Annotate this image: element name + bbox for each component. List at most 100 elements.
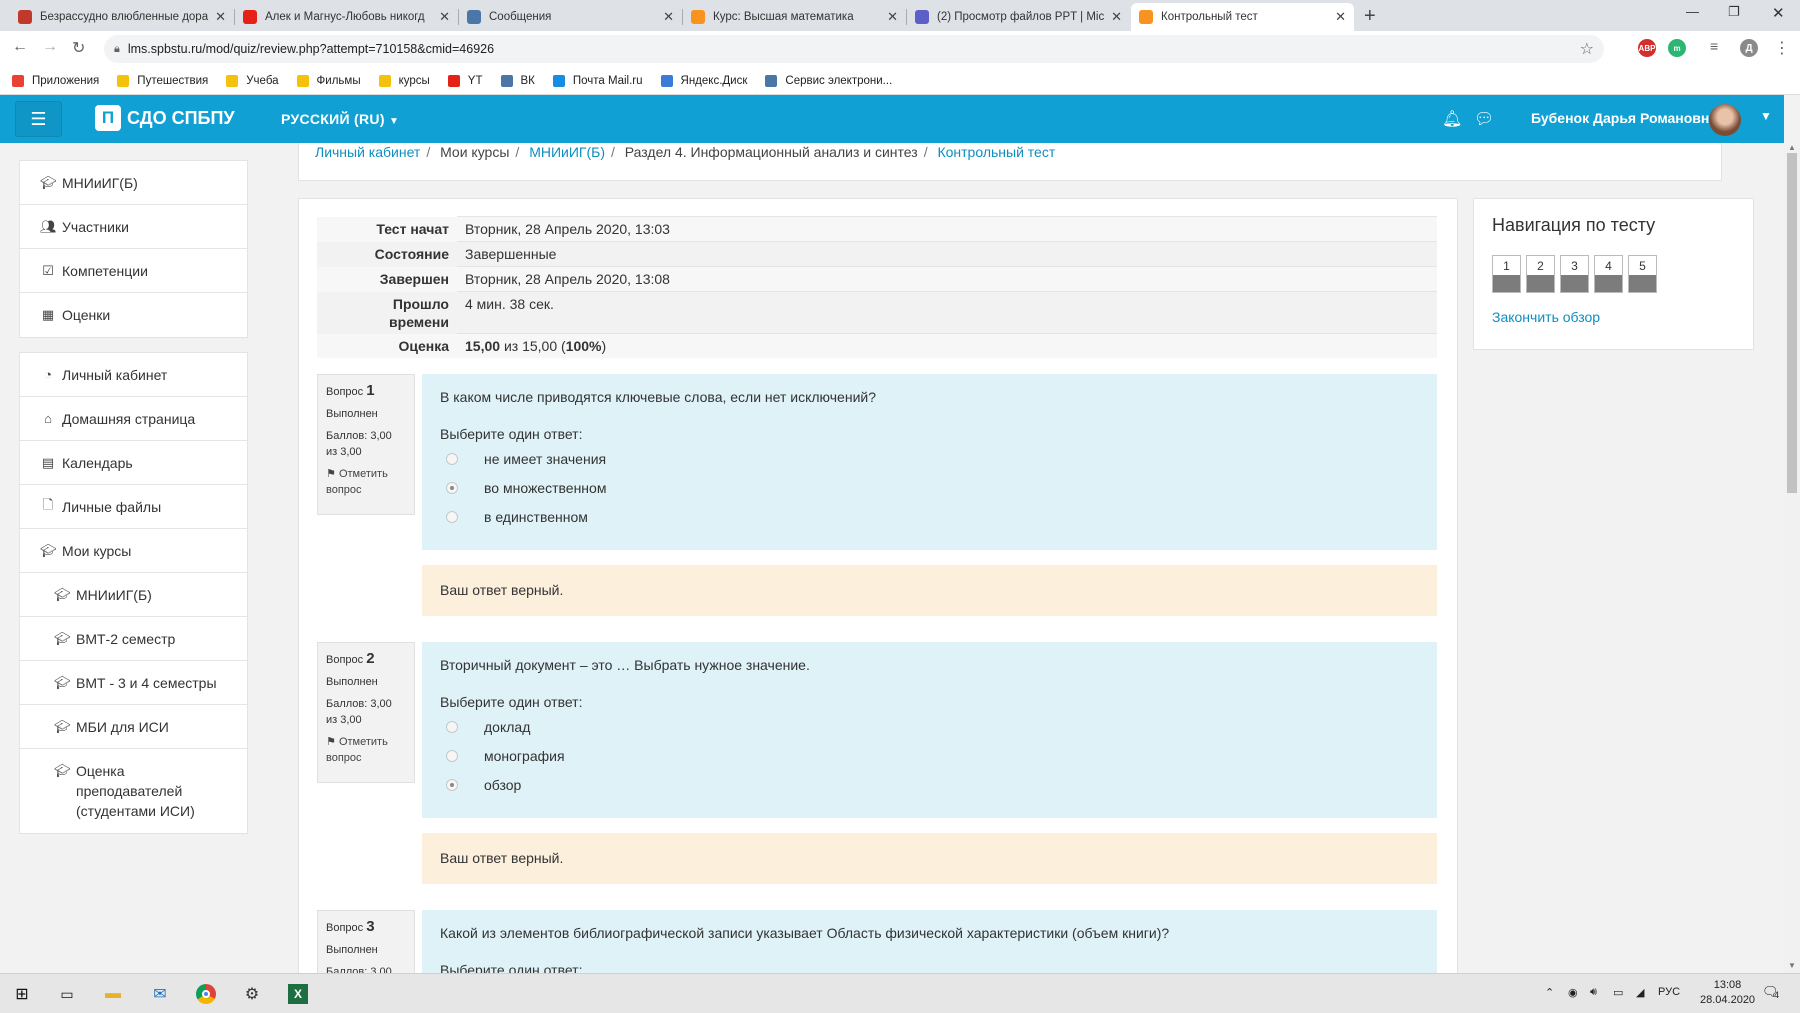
windows-start-icon[interactable]: ⊞	[10, 982, 34, 1006]
breadcrumb-item[interactable]: Мои курсы	[440, 144, 509, 160]
close-tab-icon[interactable]: ✕	[215, 9, 226, 25]
answer-option[interactable]: обзор	[440, 770, 1419, 799]
chrome-menu-icon[interactable]: ⋮	[1774, 38, 1790, 58]
answer-option[interactable]: в единственном	[440, 502, 1419, 531]
sidebar-item-course[interactable]: 🎓︎ МНИиИГ(Б)	[20, 161, 247, 205]
flag-question-link[interactable]: ⚑ Отметить вопрос	[326, 466, 406, 498]
reload-icon[interactable]: ↻	[72, 38, 85, 58]
forward-arrow-icon[interactable]: →	[42, 38, 58, 56]
bookmark-item[interactable]: Фильмы	[296, 74, 361, 87]
question-nav-button[interactable]: 2	[1526, 255, 1555, 293]
question-nav-button[interactable]: 3	[1560, 255, 1589, 293]
input-language[interactable]: РУС	[1658, 986, 1680, 998]
sidebar-item-competencies[interactable]: ☑ Компетенции	[20, 249, 247, 293]
excel-icon[interactable]: X	[286, 982, 310, 1006]
system-clock[interactable]: 13:08 28.04.2020	[1700, 978, 1755, 1008]
radio-button[interactable]	[446, 749, 458, 762]
sidebar-item-participants[interactable]: 👥︎ Участники	[20, 205, 247, 249]
finish-review-link[interactable]: Закончить обзор	[1492, 309, 1600, 325]
answer-option[interactable]: не имеет значения	[440, 444, 1419, 473]
bookmark-item[interactable]: Путешествия	[117, 74, 208, 87]
answer-option[interactable]: монография	[440, 741, 1419, 770]
bell-icon[interactable]: 🔔︎	[1442, 109, 1462, 129]
browser-tab[interactable]: (2) Просмотр файлов PPT | Micr ✕	[907, 3, 1130, 31]
menu-toggle-button[interactable]: ☰	[15, 101, 62, 137]
profile-avatar-icon[interactable]: Д	[1740, 39, 1758, 57]
language-menu[interactable]: РУССКИЙ (RU) ▼	[281, 111, 399, 127]
bookmark-item[interactable]: Учеба	[226, 74, 279, 87]
close-tab-icon[interactable]: ✕	[1335, 9, 1346, 25]
media-controls-icon[interactable]: ≡	[1710, 38, 1718, 54]
task-view-icon[interactable]: ▭	[55, 982, 79, 1006]
sidebar-item-files[interactable]: 🗋︎ Личные файлы	[20, 485, 247, 529]
volume-icon[interactable]: 🔊︎	[1590, 986, 1597, 999]
breadcrumb-item[interactable]: Раздел 4. Информационный анализ и синтез	[625, 144, 918, 160]
mail-app-icon[interactable]: ✉	[148, 982, 172, 1006]
extension-icon[interactable]: m	[1668, 39, 1686, 57]
radio-button[interactable]	[446, 452, 458, 465]
settings-gear-icon[interactable]: ⚙	[240, 982, 264, 1006]
radio-button[interactable]	[446, 720, 458, 733]
bookmark-item[interactable]: курсы	[378, 74, 430, 87]
sidebar-item-grades[interactable]: ▦ Оценки	[20, 293, 247, 337]
tray-app-icon[interactable]: ◉	[1568, 986, 1578, 999]
site-logo[interactable]: П СДО СПБПУ	[95, 105, 235, 131]
sidebar-item-home[interactable]: ⌂ Домашняя страница	[20, 397, 247, 441]
wifi-icon[interactable]: ◢	[1636, 986, 1644, 999]
sidebar-item-calendar[interactable]: ▤ Календарь	[20, 441, 247, 485]
bookmark-item[interactable]: Сервис электрони...	[765, 74, 892, 87]
close-tab-icon[interactable]: ✕	[1111, 9, 1122, 25]
answer-option[interactable]: доклад	[440, 712, 1419, 741]
back-arrow-icon[interactable]: ←	[12, 38, 28, 56]
sidebar-item-course-link[interactable]: 🎓︎ ВМТ - 3 и 4 семестры	[20, 661, 247, 705]
bookmark-item[interactable]: ВК	[500, 74, 535, 87]
question-nav-button[interactable]: 4	[1594, 255, 1623, 293]
answer-option[interactable]: во множественном	[440, 473, 1419, 502]
scrollbar-thumb[interactable]	[1787, 153, 1797, 493]
chat-icon[interactable]: 💬︎	[1474, 109, 1494, 129]
flag-question-link[interactable]: ⚑ Отметить вопрос	[326, 734, 406, 766]
new-tab-plus-icon[interactable]: +	[1364, 5, 1376, 28]
browser-tab[interactable]: Сообщения ✕	[459, 3, 682, 31]
address-bar[interactable]: 🔒︎ lms.spbstu.ru/mod/quiz/review.php?att…	[104, 35, 1604, 63]
scroll-down-icon[interactable]: ▼	[1788, 961, 1796, 970]
sidebar-item-course-link[interactable]: 🎓︎ Оценка преподавателей (студентами ИСИ)	[20, 749, 247, 833]
browser-tab-active[interactable]: Контрольный тест ✕	[1131, 3, 1354, 31]
user-name[interactable]: Бубенок Дарья Романовна	[1531, 110, 1717, 126]
sidebar-item-course-link[interactable]: 🎓︎ МБИ для ИСИ	[20, 705, 247, 749]
browser-tab[interactable]: Алек и Магнус-Любовь никогд ✕	[235, 3, 458, 31]
sidebar-item-course-link[interactable]: 🎓︎ ВМТ-2 семестр	[20, 617, 247, 661]
question-nav-button[interactable]: 1	[1492, 255, 1521, 293]
sidebar-item-dashboard[interactable]: ◔ Личный кабинет	[20, 353, 247, 397]
bookmark-item[interactable]: Яндекс.Диск	[660, 74, 747, 87]
radio-button-selected[interactable]	[446, 481, 458, 494]
bookmark-item[interactable]: Почта Mail.ru	[552, 74, 643, 87]
close-tab-icon[interactable]: ✕	[887, 9, 898, 25]
sidebar-item-my-courses[interactable]: 🎓︎ Мои курсы	[20, 529, 247, 573]
question-nav-button[interactable]: 5	[1628, 255, 1657, 293]
minimize-window-icon[interactable]: —	[1686, 4, 1699, 19]
page-scrollbar[interactable]: ▲ ▼	[1784, 143, 1800, 973]
breadcrumb-link[interactable]: Личный кабинет	[315, 144, 420, 160]
chrome-icon[interactable]	[194, 982, 218, 1006]
close-tab-icon[interactable]: ✕	[439, 9, 450, 25]
battery-icon[interactable]: ▭	[1613, 986, 1623, 999]
scroll-up-icon[interactable]: ▲	[1788, 143, 1796, 152]
browser-tab[interactable]: Безрассудно влюбленные дора ✕	[10, 3, 234, 31]
browser-tab[interactable]: Курс: Высшая математика ✕	[683, 3, 906, 31]
sidebar-item-course-link[interactable]: 🎓︎ МНИиИГ(Б)	[20, 573, 247, 617]
close-tab-icon[interactable]: ✕	[663, 9, 674, 25]
breadcrumb-link[interactable]: МНИиИГ(Б)	[529, 144, 605, 160]
breadcrumb-link[interactable]: Контрольный тест	[937, 144, 1055, 160]
radio-button[interactable]	[446, 510, 458, 523]
radio-button-selected[interactable]	[446, 778, 458, 791]
tray-chevron-up-icon[interactable]: ⌃	[1545, 986, 1554, 999]
adblock-extension-icon[interactable]: ABP	[1638, 39, 1656, 57]
avatar[interactable]	[1709, 104, 1741, 136]
bookmark-star-icon[interactable]: ☆	[1580, 39, 1594, 59]
restore-window-icon[interactable]: ❐	[1728, 4, 1740, 20]
close-window-icon[interactable]: ✕	[1772, 4, 1785, 22]
bookmark-item[interactable]: Приложения	[12, 74, 99, 87]
bookmark-item[interactable]: YT	[447, 74, 483, 87]
caret-down-icon[interactable]: ▼	[1760, 109, 1772, 123]
